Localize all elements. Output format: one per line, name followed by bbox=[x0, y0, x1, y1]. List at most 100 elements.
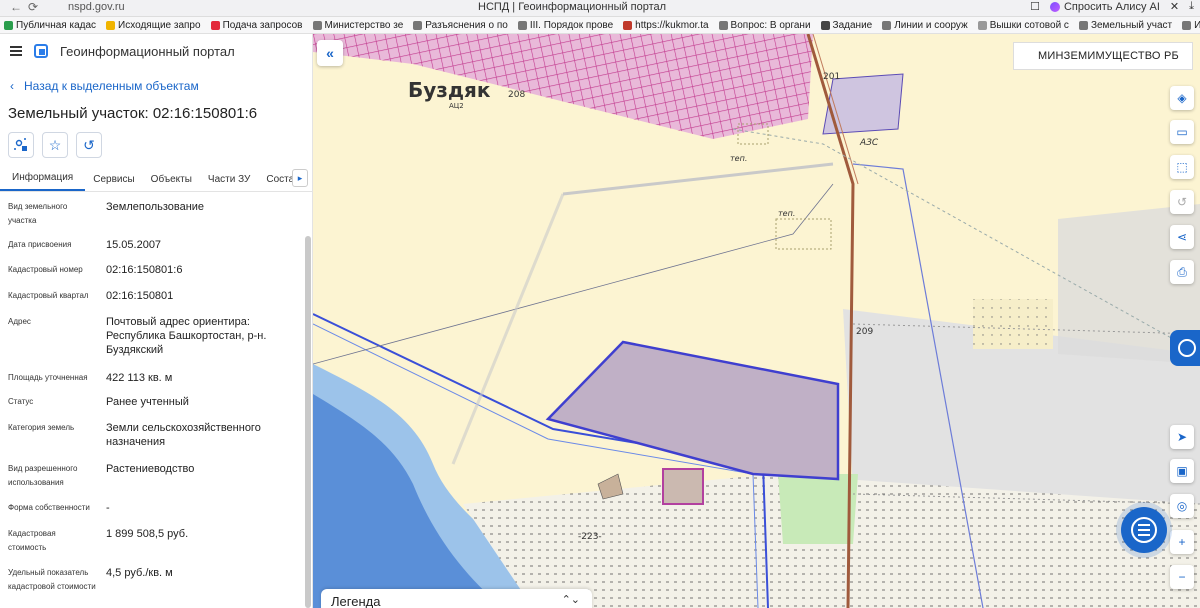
layers-icon: ◈ bbox=[1177, 91, 1187, 105]
organization-selector[interactable]: МИНЗЕМИМУЩЕСТВО РБ bbox=[1013, 42, 1193, 70]
legend-title: Легенда bbox=[331, 594, 381, 608]
locate-icon bbox=[14, 138, 27, 151]
prop-value: 422 113 кв. м bbox=[106, 372, 173, 384]
menu-icon[interactable] bbox=[10, 46, 22, 56]
layers-button[interactable]: ◈ bbox=[1170, 86, 1194, 110]
bookmark-label: Задание bbox=[832, 19, 873, 31]
info-panel: Геоинформационный портал ‹ Назад к выдел… bbox=[0, 34, 313, 608]
prop-value: Растениеводство bbox=[106, 463, 195, 475]
prop-label: Площадь уточненная bbox=[8, 373, 88, 382]
prop-value: Землепользование bbox=[106, 201, 205, 213]
prop-label: Кадастровая стоимость bbox=[8, 529, 56, 552]
panel-tabs: Информация Сервисы Объекты Части ЗУ Сост… bbox=[0, 167, 312, 192]
tabs-scroll-right-button[interactable]: ▸ bbox=[292, 169, 308, 187]
prop-label: Дата присвоения bbox=[8, 240, 72, 249]
ruler-button[interactable]: ▭ bbox=[1170, 120, 1194, 144]
tab-information[interactable]: Информация bbox=[0, 172, 86, 191]
collapse-panel-button[interactable]: « bbox=[317, 40, 343, 66]
bookmark-label: Министерство зе bbox=[324, 19, 404, 31]
extension-icon[interactable]: ✕ bbox=[1170, 0, 1179, 13]
map-number-label: 209 bbox=[856, 327, 874, 337]
object-actions: ☆ ↺ bbox=[8, 132, 312, 158]
bookmark-item[interactable]: Вопрос: В органи bbox=[718, 19, 811, 31]
map-view[interactable]: Буздяк АЦ2 208 201 АЗС теп. теп. 209 -22… bbox=[313, 34, 1200, 608]
app-header: Геоинформационный портал bbox=[0, 34, 312, 68]
chat-button[interactable] bbox=[1121, 507, 1167, 553]
bookmark-favicon-icon bbox=[977, 20, 987, 30]
prop-value: 15.05.2007 bbox=[106, 239, 162, 251]
history-map-button[interactable]: ↺ bbox=[1170, 190, 1194, 214]
back-link-label: Назад к выделенным объектам bbox=[24, 79, 199, 93]
map-canvas[interactable] bbox=[313, 34, 1200, 608]
star-icon: ☆ bbox=[48, 136, 62, 153]
bookmark-favicon-icon bbox=[1182, 20, 1192, 30]
browser-nav-icons[interactable]: ←⟳ bbox=[10, 0, 44, 14]
bookmark-item[interactable]: Линии и сооруж bbox=[882, 20, 968, 31]
address-bar[interactable]: nspd.gov.ru bbox=[68, 1, 125, 13]
bookmark-item[interactable]: Извещение №3 о bbox=[1182, 20, 1200, 31]
print-button[interactable]: ⎙ bbox=[1170, 260, 1194, 284]
bookmark-item[interactable]: III. Порядок прове bbox=[517, 20, 613, 31]
bookmark-item[interactable]: https://kukmor.ta bbox=[623, 19, 709, 31]
chat-icon bbox=[1131, 517, 1157, 543]
alisa-icon bbox=[1049, 1, 1060, 12]
bookmark-label: Подача запросов bbox=[222, 19, 303, 31]
assistant-tab[interactable] bbox=[1170, 330, 1200, 366]
share-button[interactable]: ⋖ bbox=[1170, 225, 1194, 249]
object-title: Земельный участок: 02:16:150801:6 bbox=[8, 105, 258, 122]
geolocate-button[interactable]: ◎ bbox=[1170, 494, 1194, 518]
favorite-button[interactable]: ☆ bbox=[42, 132, 68, 158]
bookmark-favicon-icon bbox=[623, 20, 633, 30]
bookmark-item[interactable]: Земельный участ bbox=[1078, 20, 1172, 31]
tab-objects[interactable]: Объекты bbox=[143, 174, 200, 191]
chevron-updown-icon: ⌃⌄ bbox=[561, 594, 580, 606]
my-location-button[interactable]: ➤ bbox=[1170, 425, 1194, 449]
bookmark-item[interactable]: Вышки сотовой с bbox=[977, 20, 1069, 31]
tab-services[interactable]: Сервисы bbox=[85, 174, 142, 191]
map-greenhouse-label: теп. bbox=[778, 209, 796, 218]
prop-label: Статус bbox=[8, 397, 34, 406]
bookmark-label: Публичная кадас bbox=[16, 19, 97, 31]
ruler-icon: ▭ bbox=[1176, 125, 1188, 139]
bookmark-label: https://kukmor.ta bbox=[635, 19, 709, 31]
assistant-icon bbox=[1178, 339, 1196, 357]
bookmark-favicon-icon bbox=[312, 20, 322, 30]
legend-panel[interactable]: Легенда ⌃⌄ bbox=[321, 589, 592, 608]
map-town-code: АЦ2 bbox=[449, 102, 464, 110]
prop-value: - bbox=[106, 502, 110, 514]
prop-value: 02:16:150801 bbox=[106, 290, 174, 302]
download-icon[interactable]: ⤓ bbox=[1189, 0, 1194, 13]
history-icon: ↺ bbox=[83, 136, 95, 153]
tab-parts[interactable]: Части ЗУ bbox=[200, 174, 258, 191]
bookmark-icon[interactable]: ☐ bbox=[1030, 0, 1040, 13]
bookmark-item[interactable]: Задание bbox=[820, 19, 873, 31]
share-icon: ⋖ bbox=[1176, 230, 1188, 244]
select-area-button[interactable]: ⬚ bbox=[1170, 155, 1194, 179]
map-town-label: Буздяк bbox=[408, 78, 491, 102]
browser-titlebar: ←⟳ nspd.gov.ru НСПД | Геоинформационный … bbox=[0, 0, 1200, 17]
prop-value: Земли сельскохозяйственного назначения bbox=[106, 422, 261, 448]
basemap-button[interactable]: ▣ bbox=[1170, 459, 1194, 483]
bookmark-label: Вопрос: В органи bbox=[730, 19, 811, 31]
bookmark-item[interactable]: Разъяснения о по bbox=[413, 20, 508, 31]
bookmark-item[interactable]: Исходящие запро bbox=[106, 20, 201, 31]
alisa-button[interactable]: Спросить Алису AI bbox=[1049, 0, 1160, 13]
bookmark-item[interactable]: Подача запросов bbox=[210, 19, 303, 31]
alisa-label: Спросить Алису AI bbox=[1063, 0, 1160, 13]
zoom-in-button[interactable]: + bbox=[1170, 530, 1194, 554]
bookmark-item[interactable]: Публичная кадас bbox=[4, 20, 96, 31]
portal-logo-icon bbox=[34, 44, 48, 58]
bookmark-item[interactable]: Министерство зе bbox=[312, 19, 404, 31]
map-gas-station-label: АЗС bbox=[860, 138, 879, 148]
locate-object-button[interactable] bbox=[8, 132, 34, 158]
prop-value: 02:16:150801:6 bbox=[106, 264, 183, 276]
history-button[interactable]: ↺ bbox=[76, 132, 102, 158]
panel-scrollbar[interactable] bbox=[305, 236, 311, 608]
zoom-out-button[interactable]: − bbox=[1170, 565, 1194, 589]
bookmark-favicon-icon bbox=[106, 20, 116, 30]
prop-value: Ранее учтенный bbox=[106, 396, 189, 408]
back-link[interactable]: ‹ Назад к выделенным объектам bbox=[10, 79, 312, 93]
chevron-left-icon: ‹ bbox=[10, 79, 14, 93]
bookmark-favicon-icon bbox=[210, 20, 220, 30]
map-greenhouse-label: теп. bbox=[730, 154, 748, 163]
